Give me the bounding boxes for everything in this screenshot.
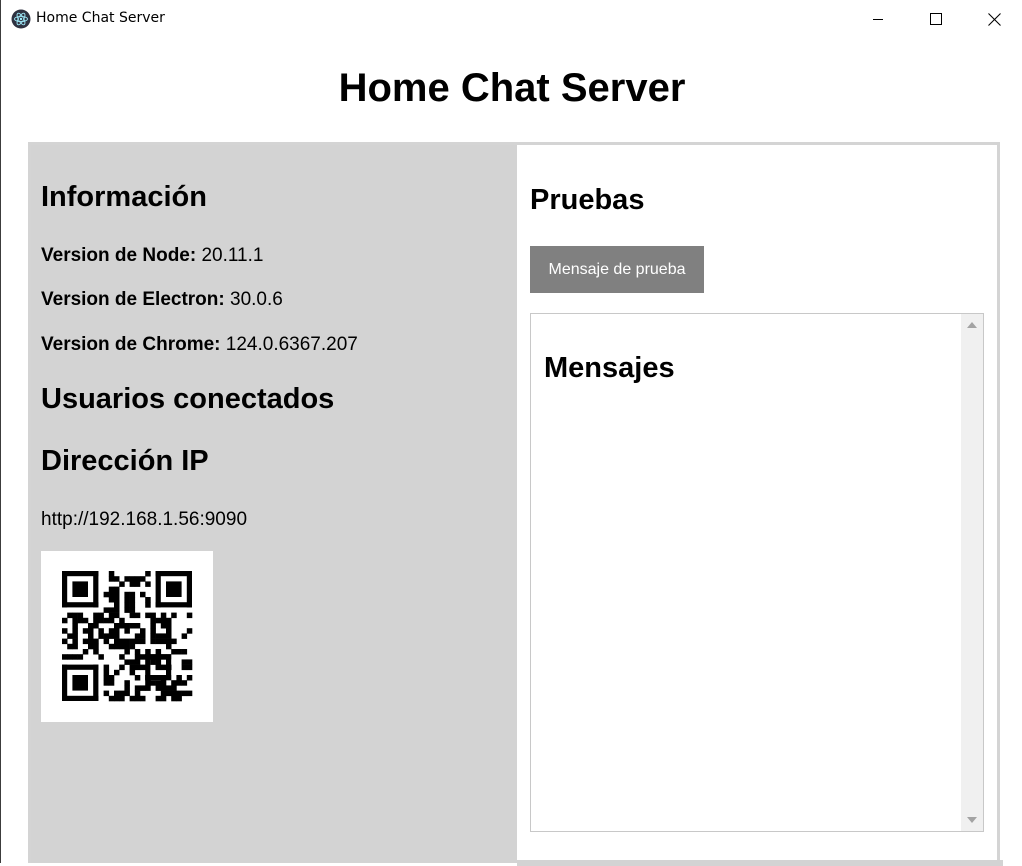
chrome-version-row: Version de Chrome: 124.0.6367.207 bbox=[41, 334, 358, 356]
close-icon bbox=[987, 12, 1001, 26]
tests-heading: Pruebas bbox=[530, 184, 645, 216]
scroll-down-icon[interactable] bbox=[967, 817, 977, 823]
app-window: Home Chat Server Home Chat Server Inform… bbox=[0, 0, 1022, 866]
main-container: Información Version de Node: 20.11.1 Ver… bbox=[28, 142, 1003, 866]
messages-scrollbar[interactable] bbox=[961, 314, 983, 831]
title-bar[interactable]: Home Chat Server bbox=[1, 0, 1022, 38]
qr-code-icon bbox=[62, 571, 193, 702]
window-title: Home Chat Server bbox=[36, 10, 165, 26]
electron-app-icon bbox=[11, 9, 31, 29]
messages-box[interactable]: Mensajes bbox=[530, 313, 984, 832]
messages-heading: Mensajes bbox=[544, 352, 675, 384]
maximize-icon bbox=[930, 13, 942, 25]
node-version-label: Version de Node: bbox=[41, 245, 197, 266]
electron-version-row: Version de Electron: 30.0.6 bbox=[41, 289, 283, 311]
node-version-row: Version de Node: 20.11.1 bbox=[41, 245, 263, 267]
connected-users-heading: Usuarios conectados bbox=[41, 383, 335, 415]
scroll-up-icon[interactable] bbox=[967, 322, 977, 328]
electron-version-label: Version de Electron: bbox=[41, 289, 225, 310]
maximize-button[interactable] bbox=[907, 0, 965, 38]
chrome-version-value: 124.0.6367.207 bbox=[225, 334, 358, 355]
qr-code bbox=[41, 551, 213, 722]
ip-address-text: http://192.168.1.56:9090 bbox=[41, 509, 248, 530]
ip-address-heading: Dirección IP bbox=[41, 445, 209, 477]
node-version-value: 20.11.1 bbox=[201, 245, 264, 266]
minimize-button[interactable] bbox=[849, 0, 907, 38]
info-panel: Información Version de Node: 20.11.1 Ver… bbox=[31, 145, 517, 863]
bottom-strip bbox=[517, 860, 1003, 866]
test-message-button[interactable]: Mensaje de prueba bbox=[530, 246, 704, 293]
close-button[interactable] bbox=[965, 0, 1022, 38]
tests-panel: Pruebas Mensaje de prueba Mensajes bbox=[517, 145, 997, 860]
page-title: Home Chat Server bbox=[338, 66, 686, 110]
electron-version-value: 30.0.6 bbox=[230, 289, 283, 310]
info-heading: Información bbox=[41, 181, 207, 213]
chrome-version-label: Version de Chrome: bbox=[41, 334, 221, 355]
minimize-icon bbox=[873, 19, 883, 20]
